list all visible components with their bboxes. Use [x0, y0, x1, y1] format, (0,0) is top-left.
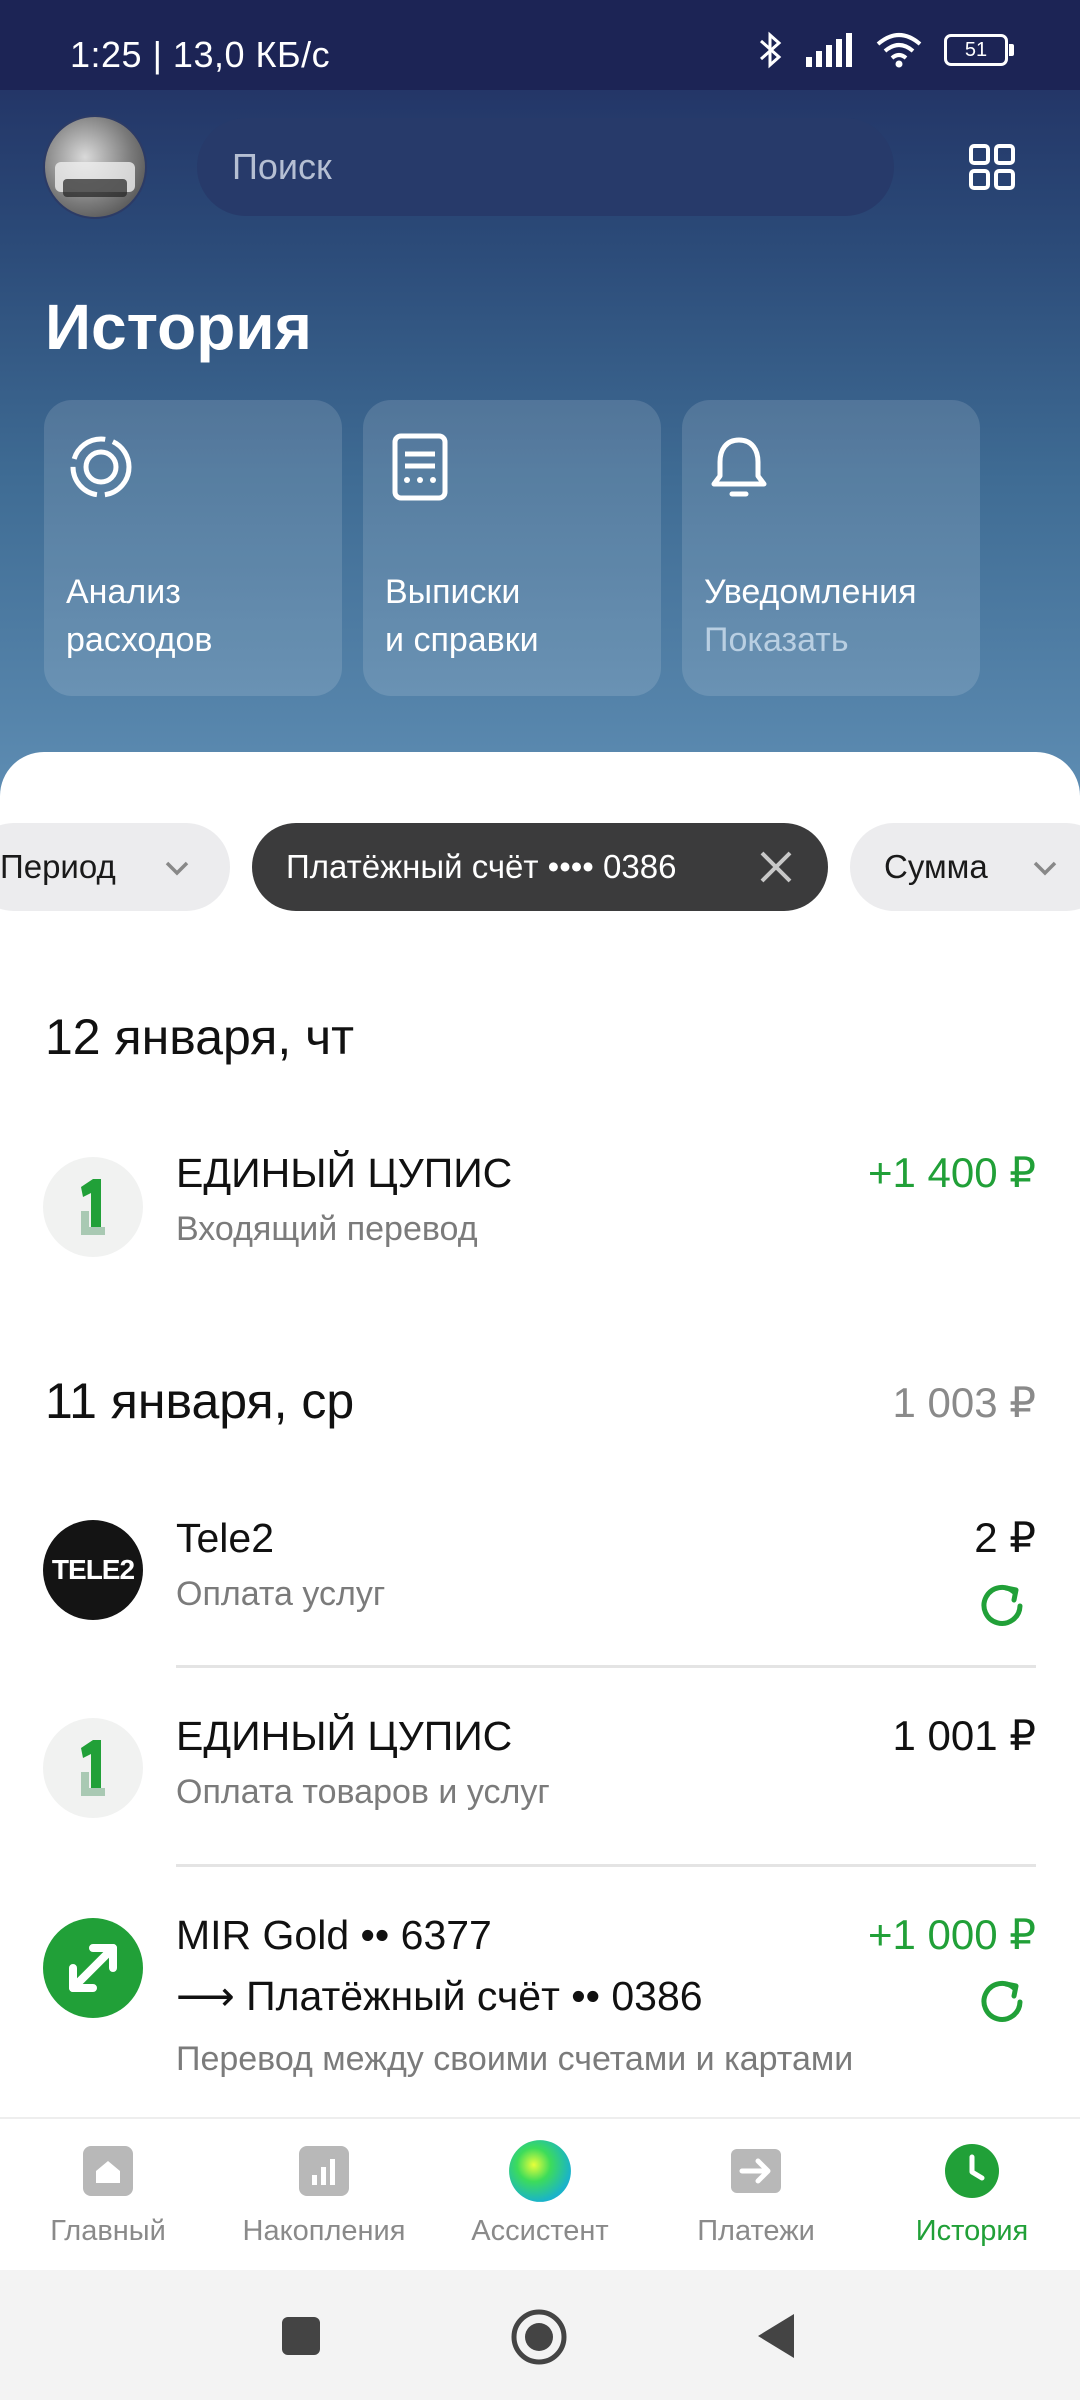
close-icon[interactable] [758, 849, 794, 885]
transfer-icon [43, 1918, 143, 2018]
status-time: 1:25 | 13,0 КБ/с [70, 34, 331, 75]
signal-icon [806, 33, 852, 67]
tab-payments[interactable]: Платежи [648, 2119, 864, 2269]
filter-account[interactable]: Платёжный счёт •••• 0386 [252, 823, 828, 911]
operation-subtitle: Оплата услуг [176, 1575, 386, 1613]
assistant-orb-icon [509, 2140, 571, 2202]
system-nav-bar [0, 2270, 1080, 2400]
cupis-logo-icon [43, 1157, 143, 1257]
repeat-icon[interactable] [976, 1976, 1028, 2028]
tab-history[interactable]: История [864, 2119, 1080, 2269]
card-notifications[interactable]: Уведомления Показать [682, 400, 980, 696]
bell-icon [711, 437, 767, 497]
operation-amount: 2 ₽ [974, 1514, 1036, 1561]
operation-subtitle: Оплата товаров и услуг [176, 1773, 550, 1811]
operation-amount: 1 001 ₽ [892, 1712, 1037, 1759]
tab-label: Ассистент [471, 2215, 609, 2247]
repeat-icon[interactable] [976, 1580, 1028, 1632]
apps-grid-icon[interactable] [968, 143, 1016, 191]
tab-assistant[interactable]: Ассистент [432, 2119, 648, 2269]
search-placeholder: Поиск [232, 146, 332, 187]
bluetooth-icon [760, 31, 782, 69]
cupis-logo-icon [43, 1718, 143, 1818]
wifi-icon [876, 33, 922, 68]
operation-title-secondary: ⟶ Платёжный счёт •• 0386 [176, 1973, 703, 2019]
tab-label: Главный [50, 2215, 166, 2247]
avatar[interactable] [43, 115, 147, 219]
tele2-logo-icon: TELE2 [43, 1520, 143, 1620]
search-input[interactable]: Поиск [197, 118, 894, 216]
battery-level: 51 [964, 38, 988, 61]
card-statements[interactable]: Выписки и справки [363, 400, 661, 696]
operation-subtitle: Перевод между своими счетами и картами [176, 2040, 854, 2078]
operation-amount: +1 000 ₽ [867, 1911, 1036, 1958]
tab-savings[interactable]: Накопления [216, 2119, 432, 2269]
card-label: Уведомления [704, 573, 917, 611]
tab-label: Накопления [242, 2215, 406, 2247]
card-sublabel: Показать [704, 621, 849, 659]
back-icon[interactable] [756, 2312, 798, 2360]
arrow-right-icon [731, 2149, 781, 2193]
document-icon [392, 433, 448, 501]
battery-icon: 51 [944, 34, 1014, 66]
filter-period[interactable]: Период [0, 823, 230, 911]
tab-label: История [915, 2215, 1029, 2247]
divider [176, 1665, 1036, 1668]
tab-label: Платежи [697, 2215, 815, 2247]
filter-amount[interactable]: Сумма [850, 823, 1080, 911]
card-label: Анализ расходов [66, 573, 213, 659]
clock-icon [945, 2144, 999, 2198]
recents-icon[interactable] [280, 2315, 322, 2357]
operation-title: Tele2 [176, 1515, 275, 1561]
filter-amount-label: Сумма [884, 848, 988, 885]
date-total: 1 003 ₽ [892, 1379, 1037, 1426]
card-label: Выписки и справки [385, 573, 539, 659]
page-title: История [45, 291, 312, 363]
filter-account-label: Платёжный счёт •••• 0386 [286, 848, 677, 885]
status-bar: 1:25 | 13,0 КБ/с 51 [0, 0, 1080, 90]
operation-subtitle: Входящий перевод [176, 1210, 478, 1248]
divider [176, 1864, 1036, 1867]
status-icons: 51 [758, 30, 1014, 70]
home-button-icon[interactable] [510, 2308, 568, 2366]
chevron-down-icon [165, 861, 189, 876]
date-header: 12 января, чт [45, 1009, 355, 1065]
card-expense-analysis[interactable]: Анализ расходов [44, 400, 342, 696]
operation-title: ЕДИНЫЙ ЦУПИС [176, 1150, 513, 1196]
filter-period-label: Период [0, 848, 116, 885]
home-icon [83, 2146, 133, 2196]
donut-chart-icon [70, 436, 132, 498]
operation-title: ЕДИНЫЙ ЦУПИС [176, 1713, 513, 1759]
bottom-tab-bar: Главный Накопления Ассистент Платежи Ист… [0, 2117, 1080, 2269]
tab-home[interactable]: Главный [0, 2119, 216, 2269]
chevron-down-icon [1033, 861, 1057, 876]
operation-amount: +1 400 ₽ [867, 1149, 1036, 1196]
bar-chart-icon [299, 2146, 349, 2196]
date-header: 11 января, ср [45, 1373, 355, 1429]
card-label-group: Уведомления Показать [704, 568, 917, 664]
operation-title: MIR Gold •• 6377 [176, 1912, 492, 1958]
